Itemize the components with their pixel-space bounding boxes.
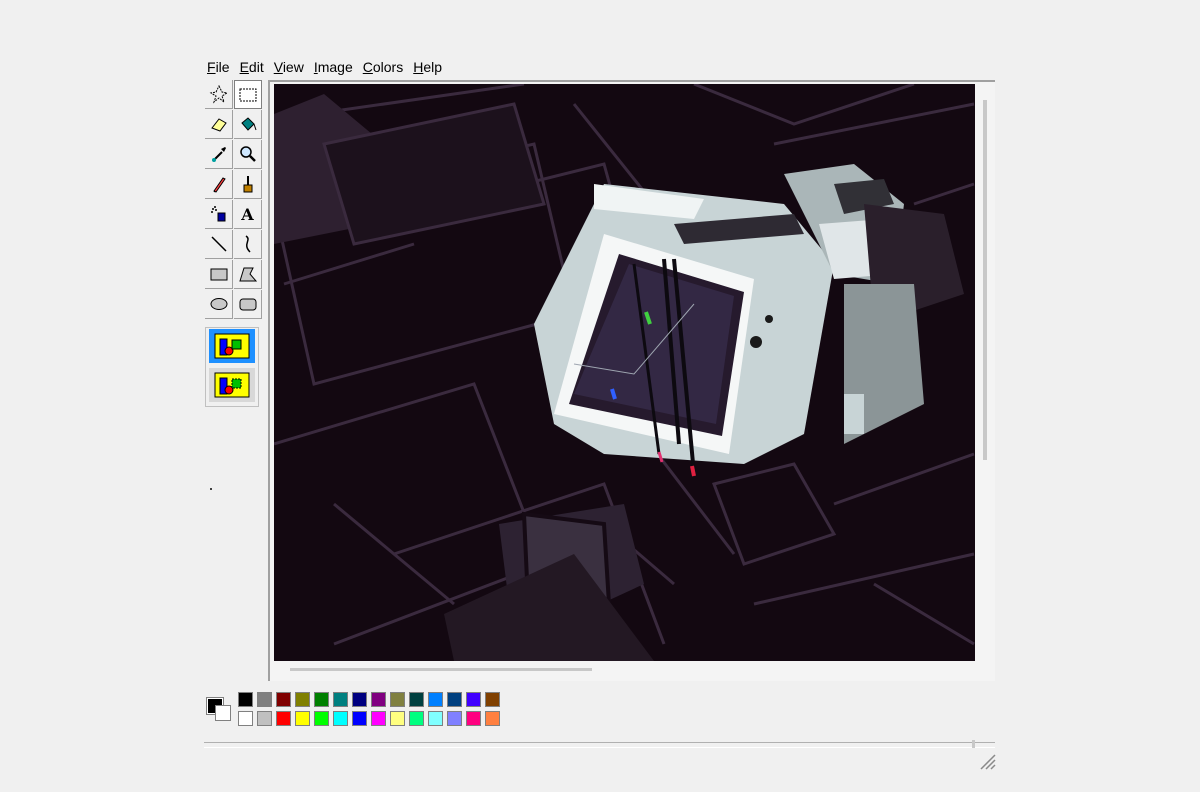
rect-select-icon (239, 88, 257, 101)
ellipse-tool[interactable] (205, 290, 233, 319)
menu-file[interactable]: File (204, 58, 237, 76)
airbrush-tool[interactable] (205, 200, 233, 229)
text-icon: A (241, 204, 254, 224)
free-select-tool[interactable] (205, 80, 233, 109)
menu-help[interactable]: Help (410, 58, 449, 76)
transparent-selection-icon (214, 372, 250, 398)
rounded-rectangle-tool[interactable] (234, 290, 262, 319)
fill-tool[interactable] (234, 110, 262, 139)
brush-tool[interactable] (234, 170, 262, 199)
rounded-rectangle-icon (239, 298, 256, 311)
palette-swatch[interactable] (314, 711, 329, 726)
palette-swatch[interactable] (371, 711, 386, 726)
transparent-selection-option[interactable] (209, 368, 255, 402)
palette-swatch[interactable] (466, 711, 481, 726)
ellipse-icon (210, 298, 227, 310)
palette-swatch[interactable] (409, 692, 424, 707)
palette-swatch[interactable] (390, 711, 405, 726)
palette-swatch[interactable] (238, 692, 253, 707)
line-icon (210, 236, 227, 252)
color-picker-tool[interactable] (205, 140, 233, 169)
palette-swatch[interactable] (238, 711, 253, 726)
color-picker-icon (211, 147, 226, 162)
fill-bucket-icon (240, 117, 256, 131)
palette-swatch[interactable] (295, 711, 310, 726)
palette-swatch[interactable] (485, 692, 500, 707)
palette-swatch[interactable] (485, 711, 500, 726)
vertical-scrollbar[interactable] (983, 100, 987, 460)
rectangle-tool[interactable] (205, 260, 233, 289)
drawing-canvas[interactable] (274, 84, 975, 661)
resize-grip-icon[interactable] (978, 752, 996, 770)
rect-select-tool[interactable] (234, 80, 262, 109)
palette-swatch[interactable] (390, 692, 405, 707)
palette-swatch[interactable] (352, 692, 367, 707)
menu-edit[interactable]: Edit (237, 58, 271, 76)
free-select-icon (209, 84, 228, 104)
magnifier-tool[interactable] (234, 140, 262, 169)
palette-swatch[interactable] (428, 692, 443, 707)
palette-swatches (238, 692, 504, 728)
brush-icon (243, 176, 252, 193)
palette-swatch[interactable] (314, 692, 329, 707)
camcorder-sketch-image (274, 84, 975, 661)
status-bar (204, 742, 995, 748)
palette-swatch[interactable] (409, 711, 424, 726)
palette-swatch[interactable] (257, 692, 272, 707)
palette-swatch[interactable] (333, 711, 348, 726)
text-tool[interactable]: A (234, 200, 262, 229)
menu-view[interactable]: View (271, 58, 311, 76)
stray-pixel (210, 488, 212, 490)
palette-swatch[interactable] (352, 711, 367, 726)
palette-swatch[interactable] (447, 692, 462, 707)
rectangle-icon (210, 268, 227, 281)
palette-swatch[interactable] (428, 711, 443, 726)
current-colors[interactable] (204, 691, 234, 723)
selection-options (205, 327, 259, 407)
pencil-tool[interactable] (205, 170, 233, 199)
palette-swatch[interactable] (371, 692, 386, 707)
curve-icon (244, 235, 251, 253)
palette-swatch[interactable] (466, 692, 481, 707)
background-color (215, 705, 231, 721)
palette-swatch[interactable] (276, 711, 291, 726)
magnifier-icon (239, 146, 256, 162)
polygon-icon (238, 267, 257, 282)
menu-image[interactable]: Image (311, 58, 360, 76)
palette-swatch[interactable] (447, 711, 462, 726)
opaque-selection-option[interactable] (209, 329, 255, 363)
opaque-selection-icon (214, 333, 250, 359)
airbrush-icon (210, 206, 225, 222)
palette-swatch[interactable] (257, 711, 272, 726)
status-divider (972, 740, 975, 748)
polygon-tool[interactable] (234, 260, 262, 289)
menu-bar: File Edit View Image Colors Help (204, 58, 449, 76)
palette-swatch[interactable] (333, 692, 348, 707)
line-tool[interactable] (205, 230, 233, 259)
curve-tool[interactable] (234, 230, 262, 259)
toolbox: A (205, 80, 263, 407)
pencil-icon (212, 177, 226, 193)
eraser-tool[interactable] (205, 110, 233, 139)
horizontal-scrollbar[interactable] (290, 668, 592, 671)
menu-colors[interactable]: Colors (360, 58, 410, 76)
palette-swatch[interactable] (295, 692, 310, 707)
palette-swatch[interactable] (276, 692, 291, 707)
eraser-icon (210, 118, 227, 132)
